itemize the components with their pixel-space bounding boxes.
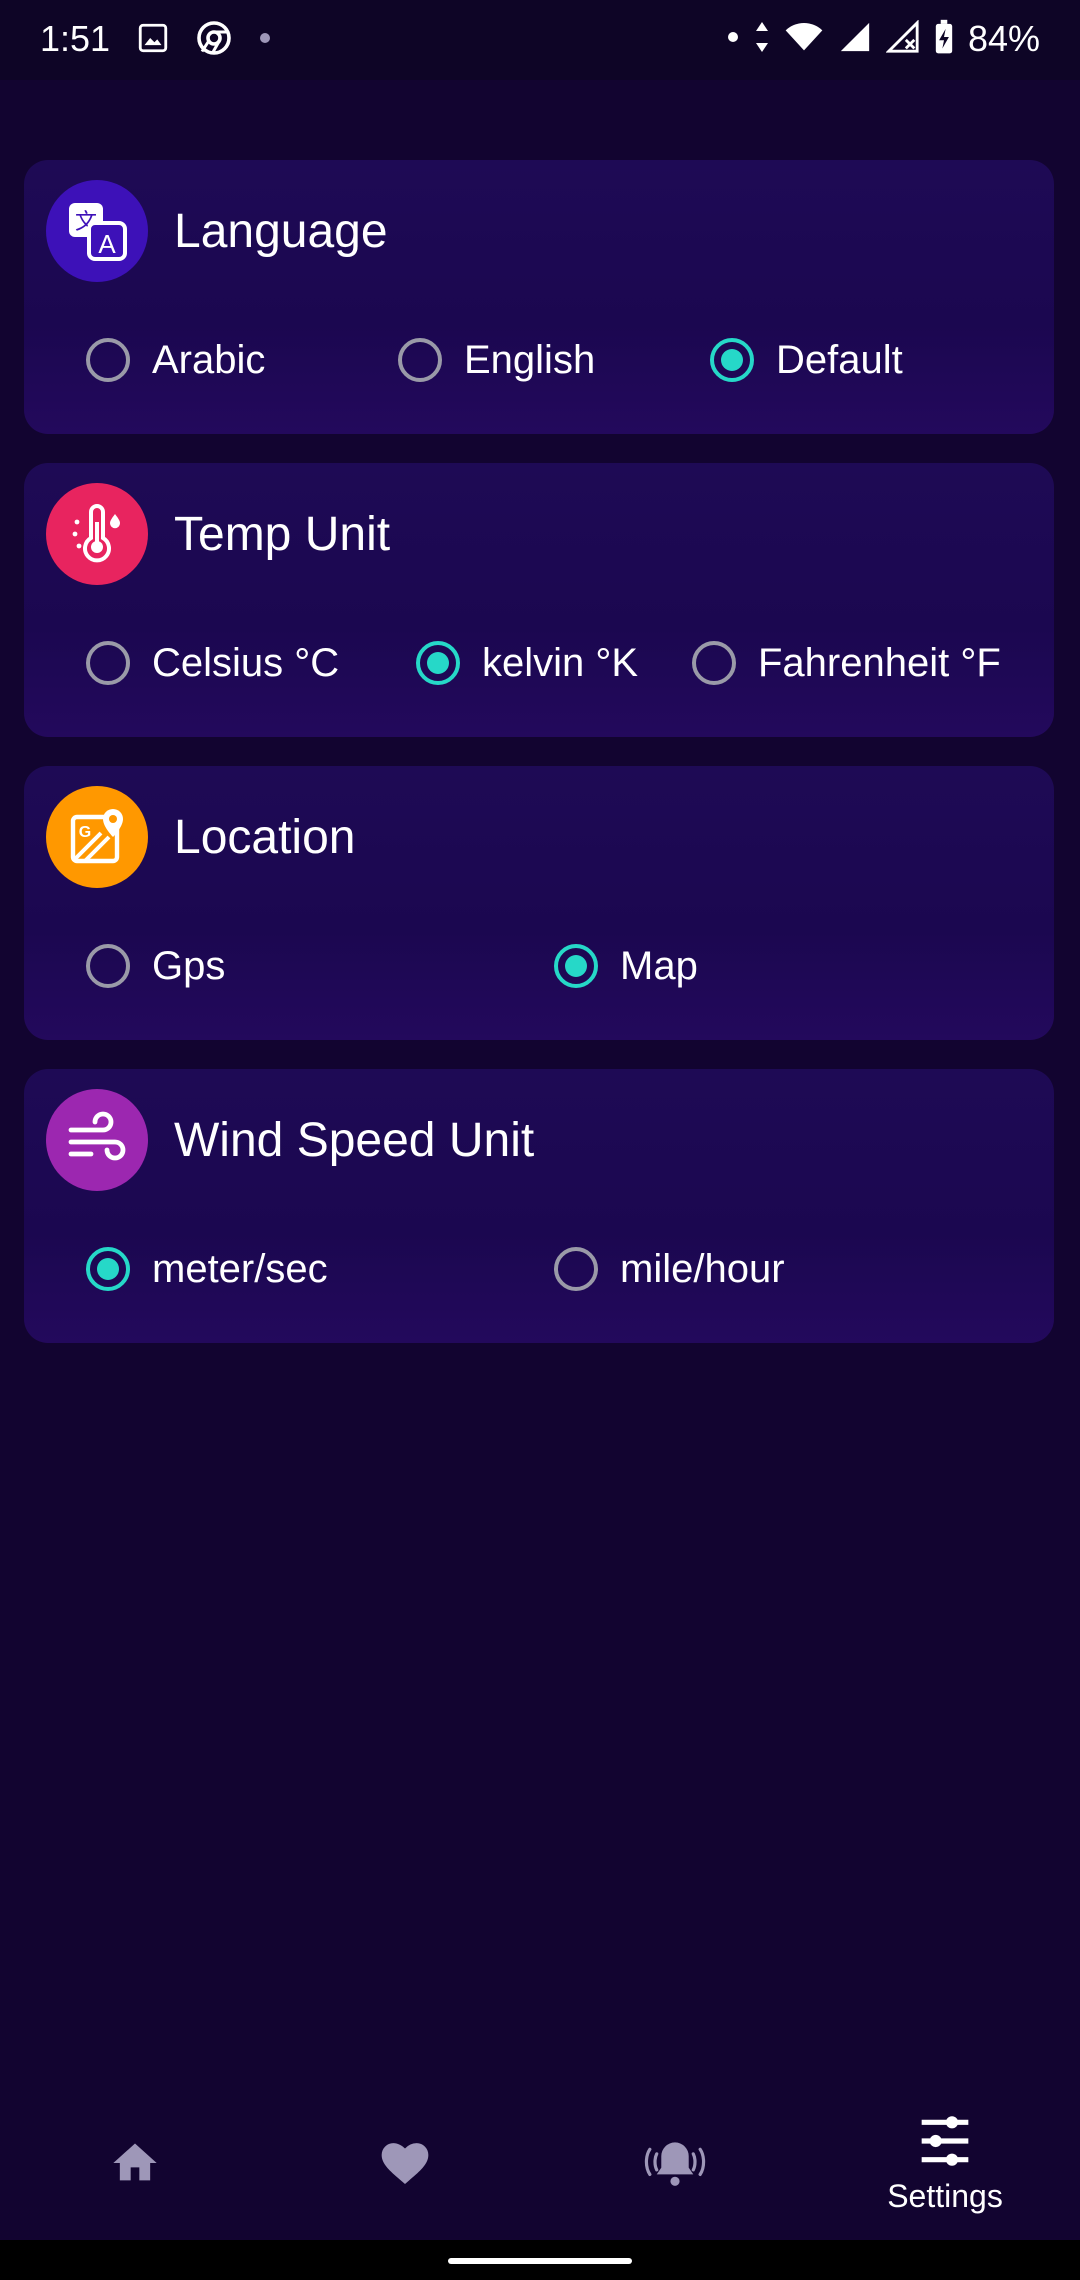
radio-button[interactable] — [398, 338, 442, 382]
home-icon — [109, 2137, 161, 2194]
wind-icon — [46, 1089, 148, 1191]
location-card: G Location Gps Map — [24, 766, 1054, 1040]
wind-option-meter-sec[interactable]: meter/sec — [86, 1239, 328, 1299]
wind-speed-card: Wind Speed Unit meter/sec mile/hour — [24, 1069, 1054, 1343]
svg-text:A: A — [98, 229, 116, 259]
option-label: Celsius °C — [152, 640, 340, 685]
translate-icon: 文 A — [46, 180, 148, 282]
nav-home[interactable] — [0, 2090, 270, 2240]
temp-unit-title: Temp Unit — [174, 508, 391, 561]
option-label: meter/sec — [152, 1246, 328, 1291]
radio-button[interactable] — [692, 641, 736, 685]
language-option-english[interactable]: English — [398, 330, 595, 390]
location-option-gps[interactable]: Gps — [86, 936, 225, 996]
temp-option-kelvin[interactable]: kelvin °K — [416, 633, 638, 693]
dot-icon — [258, 31, 272, 50]
signal-no-service-icon — [885, 18, 920, 59]
wind-speed-title: Wind Speed Unit — [174, 1114, 535, 1167]
status-system-icons: 84% — [726, 18, 1040, 60]
data-arrows-icon — [754, 20, 770, 59]
location-title: Location — [174, 811, 356, 864]
status-notification-icons — [136, 20, 272, 61]
option-label: English — [464, 337, 596, 382]
temp-option-fahrenheit[interactable]: Fahrenheit °F — [692, 633, 1001, 693]
temp-unit-card: Temp Unit Celsius °C kelvin °K Fahrenhei… — [24, 463, 1054, 737]
option-label: Map — [620, 943, 698, 988]
thermometer-icon — [46, 483, 148, 585]
option-label: Gps — [152, 943, 226, 988]
dot-icon — [726, 30, 740, 49]
gallery-icon — [136, 21, 170, 60]
option-label: kelvin °K — [482, 640, 639, 685]
nav-settings-label: Settings — [887, 2178, 1003, 2214]
battery-charging-icon — [934, 19, 954, 60]
language-option-arabic[interactable]: Arabic — [86, 330, 265, 390]
bottom-navigation: Settings — [0, 2090, 1080, 2240]
language-title: Language — [174, 205, 388, 258]
nav-favorites[interactable] — [270, 2090, 540, 2240]
gesture-navigation-bar — [0, 2240, 1080, 2280]
status-bar: 1:51 84% — [0, 0, 1080, 80]
radio-button[interactable] — [554, 1247, 598, 1291]
language-option-default[interactable]: Default — [710, 330, 903, 390]
radio-button[interactable] — [86, 338, 130, 382]
settings-sliders-icon — [917, 2115, 973, 2172]
map-icon: G — [46, 786, 148, 888]
nav-alerts[interactable] — [540, 2090, 810, 2240]
option-label: Arabic — [152, 337, 266, 382]
radio-button-selected[interactable] — [86, 1247, 130, 1291]
nav-settings[interactable]: Settings — [810, 2090, 1080, 2240]
temp-option-celsius[interactable]: Celsius °C — [86, 633, 339, 693]
option-label: Fahrenheit °F — [758, 640, 1001, 685]
radio-button[interactable] — [86, 641, 130, 685]
location-option-map[interactable]: Map — [554, 936, 698, 996]
battery-percent: 84% — [967, 18, 1040, 59]
radio-button[interactable] — [86, 944, 130, 988]
chrome-icon — [196, 20, 232, 61]
home-gesture-handle[interactable] — [448, 2258, 632, 2264]
radio-button-selected[interactable] — [554, 944, 598, 988]
heart-icon — [377, 2135, 433, 2196]
radio-button-selected[interactable] — [416, 641, 460, 685]
svg-text:G: G — [79, 824, 91, 841]
option-label: mile/hour — [620, 1246, 785, 1291]
wifi-icon — [784, 20, 824, 59]
signal-icon — [838, 20, 872, 59]
language-card: 文 A Language Arabic English Default — [24, 160, 1054, 434]
wind-option-mile-hour[interactable]: mile/hour — [554, 1239, 785, 1299]
alarm-bell-icon — [643, 2135, 707, 2196]
status-time: 1:51 — [40, 18, 111, 59]
option-label: Default — [776, 337, 903, 382]
radio-button-selected[interactable] — [710, 338, 754, 382]
